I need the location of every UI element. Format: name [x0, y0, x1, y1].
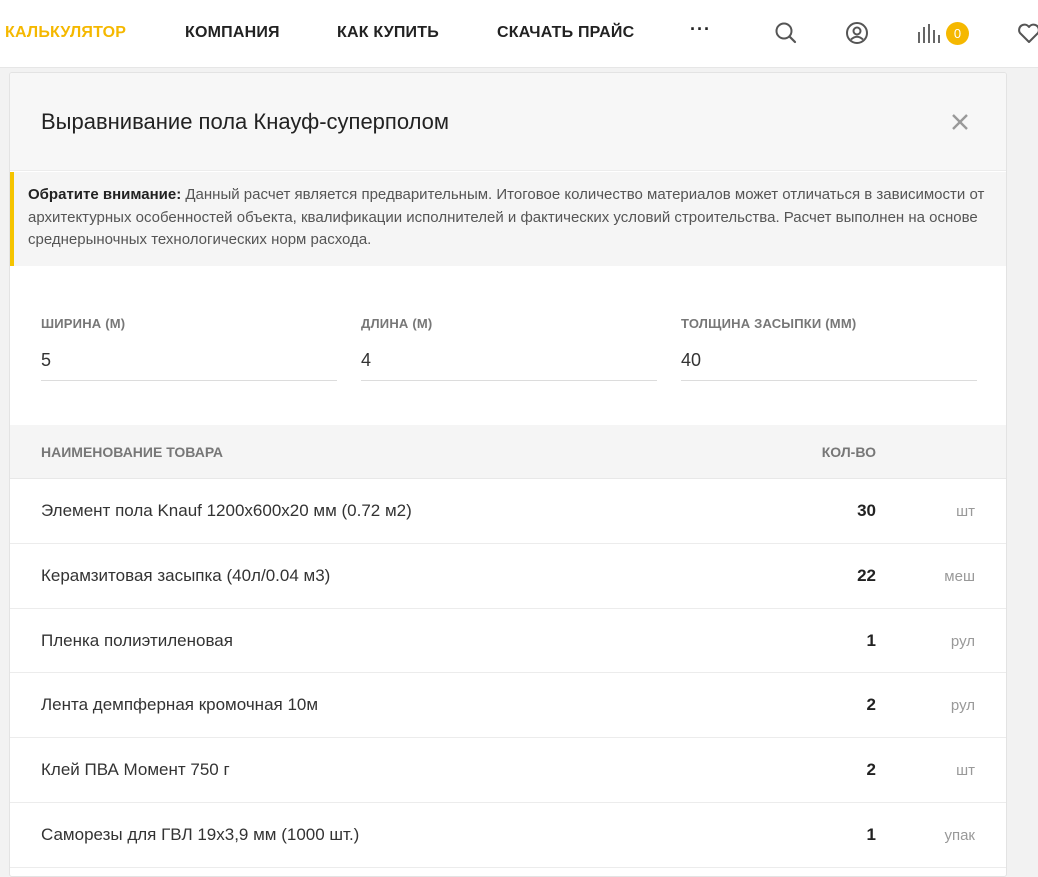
row-unit: шт — [956, 503, 975, 520]
top-navigation: КАЛЬКУЛЯТОР КОМПАНИЯ КАК КУПИТЬ СКАЧАТЬ … — [0, 0, 1038, 68]
row-unit: рул — [950, 697, 975, 715]
table-row: Пленка полиэтиленовая 1 рул — [10, 609, 1006, 674]
row-unit: упак — [944, 826, 975, 844]
width-field: ШИРИНА (М) — [41, 316, 337, 381]
thickness-label: ТОЛЩИНА ЗАСЫПКИ (ММ) — [681, 316, 857, 331]
row-qty: 22 — [857, 565, 876, 585]
user-icon[interactable] — [844, 20, 870, 46]
row-unit: шт — [956, 762, 975, 780]
thickness-field: ТОЛЩИНА ЗАСЫПКИ (ММ) — [681, 316, 977, 381]
table-row: Лента демпферная кромочная 10м 2 рул — [10, 673, 1006, 739]
row-qty: 1 — [866, 630, 876, 650]
length-input[interactable] — [361, 341, 657, 381]
modal-header: Выравнивание пола Кнауф-суперполом — [10, 73, 1006, 171]
row-name: Керамзитовая засыпка (40л/0.04 м3) — [41, 565, 331, 585]
row-name: Пленка полиэтиленовая — [41, 630, 233, 650]
width-input[interactable] — [41, 341, 337, 381]
nav-link-how-to-buy[interactable]: КАК КУПИТЬ — [337, 24, 439, 42]
row-name: Саморезы для ГВЛ 19x3,9 мм (1000 шт.) — [41, 824, 360, 844]
row-name: Клей ПВА Момент 750 г — [41, 760, 230, 780]
length-field: ДЛИНА (М) — [361, 316, 657, 381]
table-row: Элемент пола Knauf 1200x600x20 мм (0.72 … — [10, 479, 1006, 544]
row-unit: рул — [950, 632, 975, 650]
modal-title: Выравнивание пола Кнауф-суперполом — [41, 109, 450, 134]
materials-table: Элемент пола Knauf 1200x600x20 мм (0.72 … — [10, 479, 1006, 868]
nav-link-download-price[interactable]: СКАЧАТЬ ПРАЙС — [497, 24, 634, 42]
row-name: Лента демпферная кромочная 10м — [41, 695, 319, 715]
row-qty: 2 — [866, 695, 876, 715]
compare-icon[interactable] — [916, 20, 942, 46]
nav-link-company[interactable]: КОМПАНИЯ — [185, 24, 280, 42]
row-name: Элемент пола Knauf 1200x600x20 мм (0.72 … — [41, 501, 412, 520]
table-header: НАИМЕНОВАНИЕ ТОВАРА КОЛ-ВО — [10, 425, 1006, 479]
compare-count-badge: 0 — [946, 22, 969, 45]
close-icon[interactable] — [950, 112, 970, 132]
thickness-input[interactable] — [681, 341, 977, 381]
heart-icon[interactable] — [1016, 20, 1038, 46]
more-menu-button[interactable]: ··· — [690, 19, 711, 40]
row-qty: 1 — [866, 824, 876, 844]
width-label: ШИРИНА (М) — [41, 316, 126, 331]
calculator-modal: Выравнивание пола Кнауф-суперполом Обрат… — [9, 72, 1007, 877]
table-row: Керамзитовая засыпка (40л/0.04 м3) 22 ме… — [10, 544, 1006, 609]
row-unit: меш — [944, 567, 975, 585]
notice-title: Обратите внимание: — [28, 186, 182, 203]
nav-link-calculator[interactable]: КАЛЬКУЛЯТОР — [5, 24, 126, 42]
column-header-qty: КОЛ-ВО — [821, 444, 876, 460]
table-row: Клей ПВА Момент 750 г 2 шт — [10, 738, 1006, 803]
notice-box: Обратите внимание: Данный расчет являетс… — [10, 172, 1006, 266]
table-row: Саморезы для ГВЛ 19x3,9 мм (1000 шт.) 1 … — [10, 803, 1006, 868]
search-icon[interactable] — [773, 20, 799, 46]
length-label: ДЛИНА (М) — [361, 316, 433, 331]
column-header-name: НАИМЕНОВАНИЕ ТОВАРА — [41, 444, 224, 460]
row-qty: 30 — [857, 501, 876, 520]
row-qty: 2 — [866, 760, 876, 780]
